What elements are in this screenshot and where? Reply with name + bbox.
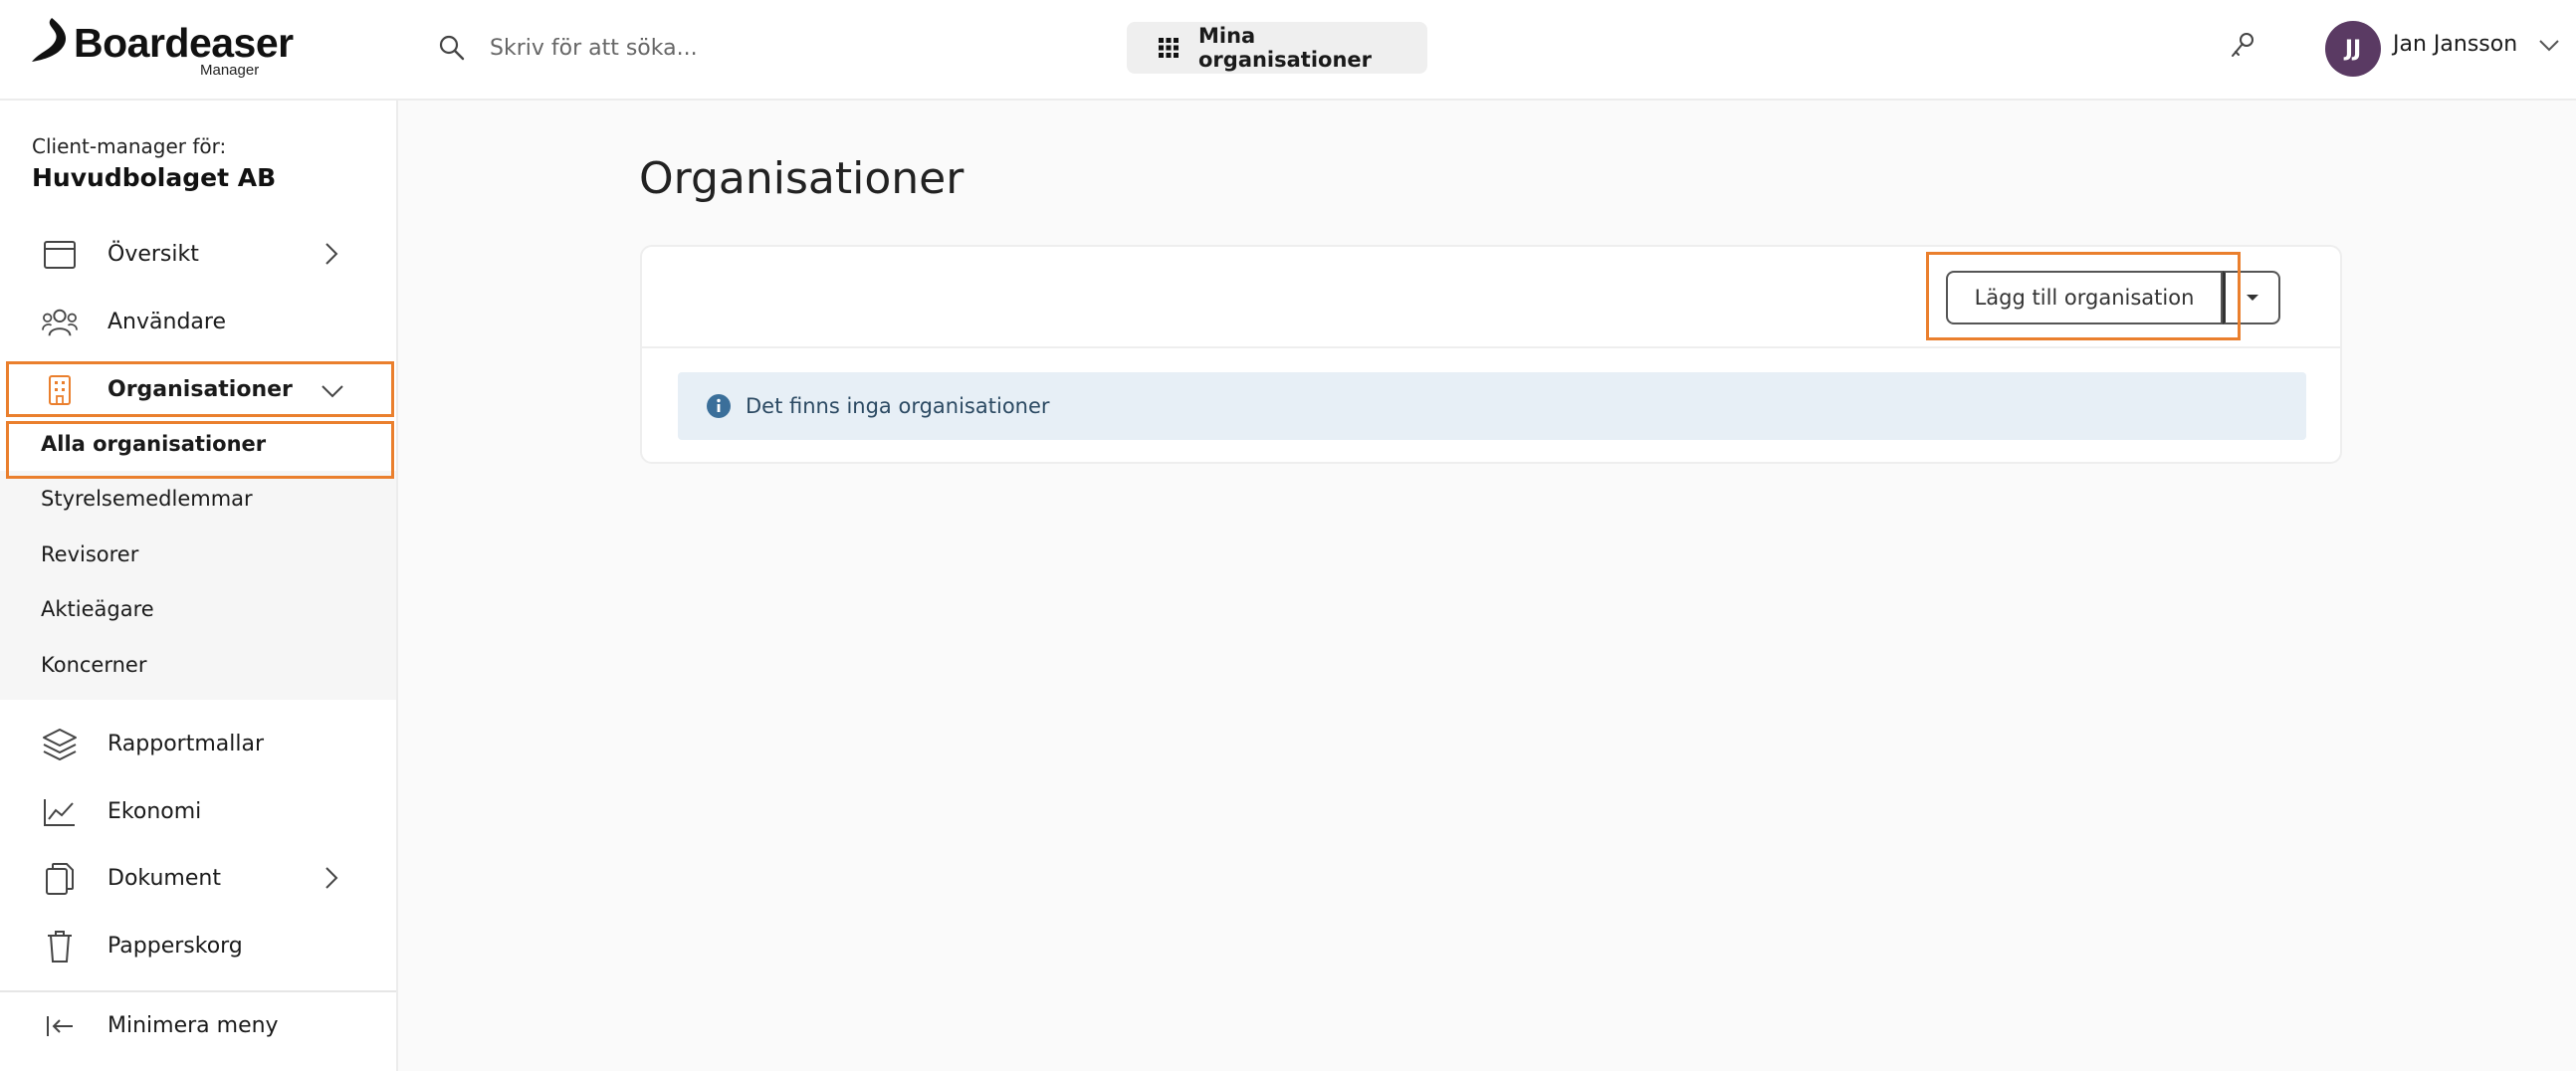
client-name: Huvudbolaget AB xyxy=(32,163,277,192)
key-icon[interactable] xyxy=(2228,30,2257,68)
chevron-right-icon xyxy=(324,866,338,894)
search-icon[interactable] xyxy=(438,34,466,66)
organizations-card: Lägg till organisation Det finns inga or… xyxy=(640,245,2342,464)
collapse-left-icon xyxy=(42,1009,78,1043)
sidebar: Client-manager för: Huvudbolaget AB Över… xyxy=(0,101,398,1071)
logo-subtext: Manager xyxy=(200,62,260,79)
submenu-item-all-organizations[interactable]: Alla organisationer xyxy=(0,417,396,471)
top-header: Boardeaser Manager Mina organisationer J… xyxy=(0,0,2576,101)
chevron-right-icon xyxy=(324,242,338,270)
boardeaser-logo[interactable]: Boardeaser Manager xyxy=(30,16,294,80)
logo-wordmark: Boardeaser xyxy=(74,20,294,66)
chevron-down-icon[interactable] xyxy=(2538,38,2560,57)
boardeaser-bird-icon xyxy=(32,18,67,62)
chevron-down-icon xyxy=(321,383,344,402)
submenu-item-shareholders[interactable]: Aktieägare xyxy=(0,582,396,636)
submenu-item-auditors[interactable]: Revisorer xyxy=(0,528,396,581)
page-title: Organisationer xyxy=(639,153,965,204)
add-organization-button[interactable]: Lägg till organisation xyxy=(1946,271,2223,324)
sidebar-item-label: Användare xyxy=(107,309,226,334)
sidebar-item-documents[interactable]: Dokument xyxy=(0,846,396,910)
minimize-menu-button[interactable]: Minimera meny xyxy=(0,993,396,1057)
documents-icon xyxy=(42,862,78,896)
sidebar-item-economy[interactable]: Ekonomi xyxy=(0,779,396,843)
sidebar-item-label: Ekonomi xyxy=(107,798,202,824)
sidebar-item-label: Dokument xyxy=(107,865,221,891)
avatar[interactable]: JJ xyxy=(2325,21,2381,77)
info-icon xyxy=(706,393,732,419)
sidebar-divider xyxy=(0,990,396,992)
sidebar-item-label: Översikt xyxy=(107,241,199,267)
sidebar-item-users[interactable]: Användare xyxy=(0,290,396,353)
users-icon xyxy=(42,306,78,339)
line-chart-icon xyxy=(42,795,78,829)
my-organizations-label: Mina organisationer xyxy=(1198,24,1373,72)
sidebar-item-organizations[interactable]: Organisationer xyxy=(0,357,396,421)
layers-icon xyxy=(42,728,78,761)
organizations-submenu: Alla organisationer Styrelsemedlemmar Re… xyxy=(0,417,396,700)
trash-icon xyxy=(42,930,78,964)
sidebar-item-label: Papperskorg xyxy=(107,933,243,959)
building-icon xyxy=(42,373,78,407)
client-label: Client-manager för: xyxy=(32,134,227,158)
empty-state-message: Det finns inga organisationer xyxy=(746,394,1050,418)
search-input[interactable] xyxy=(490,24,1047,72)
user-name[interactable]: Jan Jansson xyxy=(2393,32,2517,57)
sidebar-item-label: Rapportmallar xyxy=(107,731,265,756)
empty-state-alert: Det finns inga organisationer xyxy=(678,372,2306,440)
sidebar-item-trash[interactable]: Papperskorg xyxy=(0,914,396,977)
grid-icon xyxy=(1159,38,1179,58)
sidebar-item-overview[interactable]: Översikt xyxy=(0,222,396,286)
card-toolbar: Lägg till organisation xyxy=(642,247,2340,348)
add-organization-dropdown-toggle[interactable] xyxy=(2223,271,2280,324)
sidebar-item-report-templates[interactable]: Rapportmallar xyxy=(0,712,396,775)
submenu-item-groups[interactable]: Koncerner xyxy=(0,638,396,692)
calendar-window-icon xyxy=(42,238,78,272)
submenu-item-board-members[interactable]: Styrelsemedlemmar xyxy=(0,472,396,526)
caret-down-icon xyxy=(2246,295,2258,301)
my-organizations-button[interactable]: Mina organisationer xyxy=(1127,22,1427,74)
sidebar-item-label: Organisationer xyxy=(107,376,293,402)
minimize-menu-label: Minimera meny xyxy=(107,1012,279,1038)
